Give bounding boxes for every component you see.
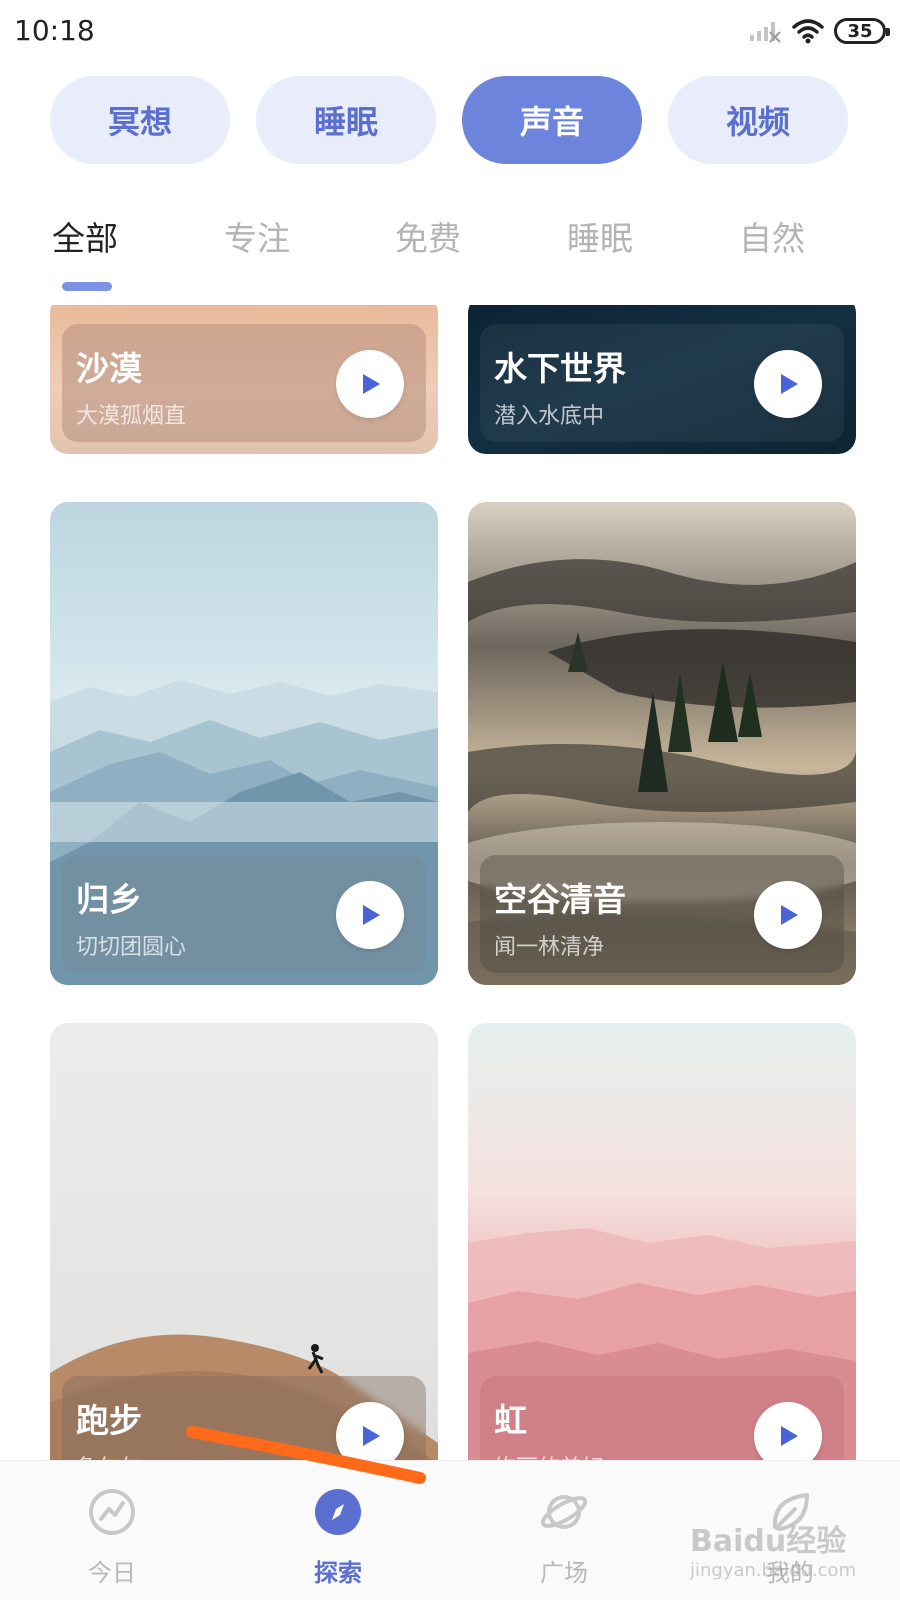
play-icon — [781, 374, 798, 394]
play-button[interactable] — [336, 1402, 404, 1460]
tab-nature[interactable]: 自然 — [739, 212, 805, 260]
battery-icon: 35 — [834, 18, 890, 44]
card-title: 归乡 — [76, 880, 142, 919]
card-info-panel: 虹 绚丽的美好 — [480, 1376, 844, 1460]
sound-card-underwater[interactable]: 水下世界 潜入水底中 — [468, 305, 856, 454]
card-title: 跑步 — [76, 1401, 142, 1440]
card-title: 沙漠 — [76, 349, 142, 388]
play-button[interactable] — [754, 881, 822, 949]
play-button[interactable] — [336, 881, 404, 949]
play-icon — [363, 905, 380, 925]
sound-card-rainbow[interactable]: 虹 绚丽的美好 — [468, 1023, 856, 1460]
app-screen: 10:18 35 冥想 睡眠 声音 视频 全部 专注 免费 睡眠 自然 沙漠 大… — [0, 0, 900, 1600]
card-info-panel: 沙漠 大漠孤烟直 — [62, 324, 426, 442]
tab-all[interactable]: 全部 — [52, 212, 118, 260]
play-icon — [781, 1426, 798, 1446]
signal-icon — [750, 22, 781, 43]
sound-card-valley[interactable]: 空谷清音 闻一林清净 — [468, 502, 856, 985]
category-video-button[interactable]: 视频 — [668, 76, 848, 164]
card-subtitle: 闻一林清净 — [494, 935, 605, 960]
subtab-bar: 全部 专注 免费 睡眠 自然 — [52, 212, 852, 268]
status-time: 10:18 — [14, 14, 95, 47]
sound-card-homecoming[interactable]: 归乡 切切团圆心 — [50, 502, 438, 985]
nav-label: 今日 — [88, 1559, 136, 1587]
tab-focus[interactable]: 专注 — [224, 212, 290, 260]
planet-icon — [540, 1495, 588, 1529]
category-sleep-button[interactable]: 睡眠 — [256, 76, 436, 164]
nav-today[interactable]: 今日 — [52, 1481, 172, 1591]
sound-grid: 沙漠 大漠孤烟直 水下世界 潜入水底中 归乡 切切团圆心 空谷清音 闻一林清净 … — [0, 305, 900, 1460]
watermark: Baidu经验 — [690, 1524, 847, 1559]
play-icon — [363, 374, 380, 394]
battery-level: 35 — [847, 20, 873, 42]
card-subtitle: 绚丽的美好 — [494, 1450, 604, 1460]
card-subtitle: 切切团圆心 — [76, 935, 187, 960]
play-icon — [781, 905, 798, 925]
tab-free[interactable]: 免费 — [395, 212, 461, 260]
play-button[interactable] — [754, 1402, 822, 1460]
status-bar: 10:18 35 — [0, 0, 900, 62]
trend-icon — [89, 1489, 135, 1535]
wifi-icon — [792, 19, 824, 44]
category-sound-button[interactable]: 声音 — [462, 76, 642, 164]
nav-square[interactable]: 广场 — [504, 1481, 624, 1591]
card-info-panel: 跑步 急匆匆 — [62, 1376, 426, 1460]
card-subtitle: 大漠孤烟直 — [76, 404, 187, 429]
play-button[interactable] — [336, 350, 404, 418]
sound-card-desert[interactable]: 沙漠 大漠孤烟直 — [50, 305, 438, 454]
nav-explore[interactable]: 探索 — [278, 1481, 398, 1591]
tab-sleep[interactable]: 睡眠 — [567, 212, 633, 260]
nav-label: 探索 — [314, 1559, 362, 1587]
card-title: 虹 — [494, 1401, 527, 1440]
category-pills: 冥想 睡眠 声音 视频 — [50, 76, 850, 164]
sound-card-running[interactable]: 跑步 急匆匆 — [50, 1023, 438, 1460]
nav-label: 广场 — [540, 1559, 588, 1587]
card-info-panel: 水下世界 潜入水底中 — [480, 324, 844, 442]
card-subtitle: 急匆匆 — [76, 1450, 142, 1460]
compass-icon — [315, 1489, 361, 1535]
card-title: 空谷清音 — [494, 880, 626, 919]
watermark-url: jingyan.baidu.com — [690, 1560, 857, 1581]
card-info-panel: 空谷清音 闻一林清净 — [480, 855, 844, 973]
play-button[interactable] — [754, 350, 822, 418]
category-meditation-button[interactable]: 冥想 — [50, 76, 230, 164]
card-subtitle: 潜入水底中 — [494, 404, 605, 429]
status-icons: 35 — [748, 14, 890, 48]
card-info-panel: 归乡 切切团圆心 — [62, 855, 426, 973]
tab-indicator — [62, 282, 112, 291]
play-icon — [363, 1426, 380, 1446]
card-title: 水下世界 — [494, 349, 626, 388]
